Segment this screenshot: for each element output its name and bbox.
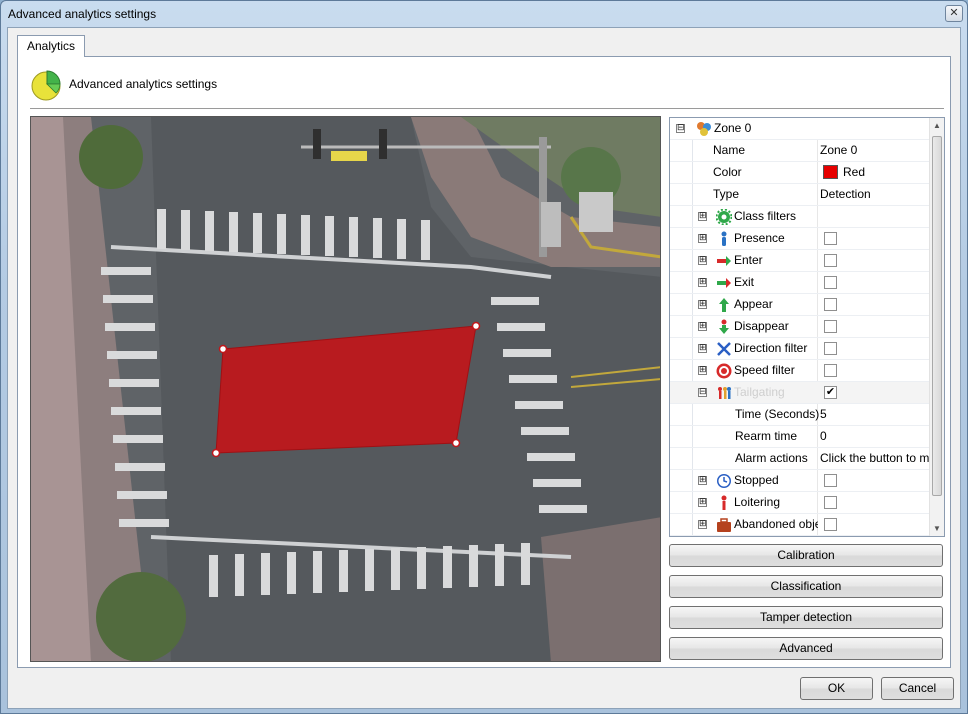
property-grid-scrollbar[interactable]: ▲ ▼ [929,118,944,536]
color-swatch [823,165,838,179]
property-row-alarm-actions[interactable]: Alarm actions Click the button to modify [670,448,930,470]
page-title: Advanced analytics settings [69,77,218,91]
property-grid[interactable]: ⊟ Zone 0 Name Zone 0 Color Red Type Dete… [669,117,945,537]
property-value-name[interactable]: Zone 0 [820,140,930,161]
dialog-window: Advanced analytics settings ✕ Analytics … [0,0,968,714]
video-preview[interactable] [30,116,661,662]
tamper-detection-button[interactable]: Tamper detection [669,606,943,629]
direction-filter-checkbox[interactable] [824,342,837,355]
property-row-stopped[interactable]: ⊞ Stopped [670,470,930,492]
scroll-up-icon[interactable]: ▲ [933,121,941,130]
property-row-type[interactable]: Type Detection [670,184,930,206]
appear-icon [719,298,729,312]
zone-handle[interactable] [218,344,228,354]
expand-icon[interactable]: ⊞ [698,256,707,265]
property-row-presence[interactable]: ⊞ Presence [670,228,930,250]
property-row-name[interactable]: Name Zone 0 [670,140,930,162]
scrollbar-thumb[interactable] [932,136,942,496]
property-row-disappear[interactable]: ⊞ Disappear [670,316,930,338]
advanced-button[interactable]: Advanced [669,637,943,660]
expand-icon[interactable]: ⊞ [698,322,707,331]
disappear-icon [719,319,729,334]
speed-filter-checkbox[interactable] [824,364,837,377]
zone-handle[interactable] [451,438,461,448]
tailgating-checkbox[interactable]: ✔ [824,386,837,399]
zone-icon [697,122,711,136]
close-button[interactable]: ✕ [945,5,963,22]
expand-icon[interactable]: ⊞ [698,366,707,375]
collapse-icon[interactable]: ⊟ [676,124,685,133]
property-row-speed-filter[interactable]: ⊞ Speed filter [670,360,930,382]
analytics-panel: Advanced analytics settings ⊟ Zone 0 Nam… [17,56,951,668]
close-icon: ✕ [949,7,959,19]
gear-icon [716,209,732,225]
direction-icon [717,342,731,356]
property-value-type[interactable]: Detection [820,184,930,205]
enter-checkbox[interactable] [824,254,837,267]
scroll-down-icon[interactable]: ▼ [933,524,941,533]
presence-checkbox[interactable] [824,232,837,245]
clock-icon [717,474,731,488]
cancel-button[interactable]: Cancel [881,677,954,700]
property-row-tailgating[interactable]: ⊟ Tailgating ✔ [670,382,930,404]
person-icon [721,231,727,246]
property-row-rearm-time[interactable]: Rearm time 0 [670,426,930,448]
luggage-icon [717,518,731,532]
property-row-enter[interactable]: ⊞ Enter [670,250,930,272]
zone-header-row[interactable]: ⊟ Zone 0 [670,118,930,140]
expand-icon[interactable]: ⊞ [698,344,707,353]
collapse-icon[interactable]: ⊟ [698,388,707,397]
tailgating-icon [718,387,731,399]
loitering-checkbox[interactable] [824,496,837,509]
property-row-time-seconds[interactable]: Time (Seconds) 5 [670,404,930,426]
expand-icon[interactable]: ⊞ [698,476,707,485]
zone-handle[interactable] [211,448,221,458]
expand-icon[interactable]: ⊞ [698,234,707,243]
zone-label: Zone 0 [714,121,752,135]
property-row-class-filters[interactable]: ⊞ Class filters [670,206,930,228]
abandoned-object-checkbox[interactable] [824,518,837,531]
exit-arrow-icon [717,278,731,288]
enter-arrow-icon [717,256,731,266]
rearm-time-value[interactable]: 0 [820,426,930,447]
stopped-checkbox[interactable] [824,474,837,487]
expand-icon[interactable]: ⊞ [698,212,707,221]
disappear-checkbox[interactable] [824,320,837,333]
expand-icon[interactable]: ⊞ [698,278,707,287]
zone-handle[interactable] [471,321,481,331]
appear-checkbox[interactable] [824,298,837,311]
calibration-button[interactable]: Calibration [669,544,943,567]
dialog-client: Analytics Advanced analytics settings ⊟ … [7,27,961,709]
tab-analytics[interactable]: Analytics [17,35,86,57]
expand-icon[interactable]: ⊞ [698,300,707,309]
title-bar: Advanced analytics settings ✕ [1,1,967,27]
expand-icon[interactable]: ⊞ [698,498,707,507]
property-row-abandoned-object[interactable]: ⊞ Abandoned object [670,514,930,536]
property-row-direction-filter[interactable]: ⊞ Direction filter [670,338,930,360]
property-row-color[interactable]: Color Red [670,162,930,184]
loitering-icon [721,495,727,510]
header-divider [30,108,944,109]
pie-chart-icon [31,70,61,101]
exit-checkbox[interactable] [824,276,837,289]
property-row-loitering[interactable]: ⊞ Loitering [670,492,930,514]
alarm-actions-value[interactable]: Click the button to modify [820,448,930,469]
ok-button[interactable]: OK [800,677,873,700]
camera-scene [31,117,660,661]
time-seconds-value[interactable]: 5 [820,404,930,425]
property-row-appear[interactable]: ⊞ Appear [670,294,930,316]
speed-limit-icon [716,363,732,379]
expand-icon[interactable]: ⊞ [698,520,707,529]
window-title: Advanced analytics settings [8,7,157,21]
property-row-exit[interactable]: ⊞ Exit [670,272,930,294]
classification-button[interactable]: Classification [669,575,943,598]
